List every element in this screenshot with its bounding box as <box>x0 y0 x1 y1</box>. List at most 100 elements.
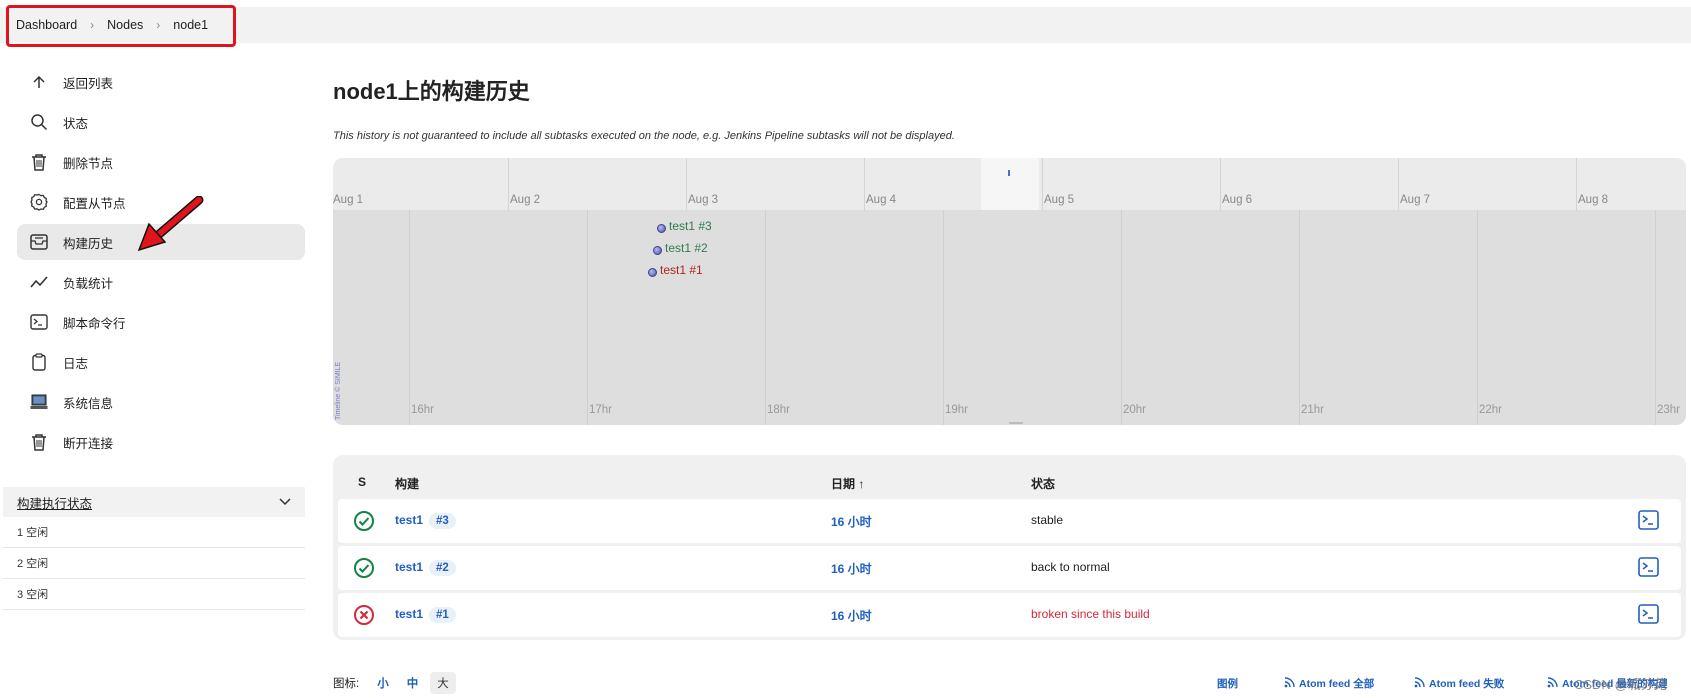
sidebar-item-load-statistics[interactable]: 负载统计 <box>17 264 305 300</box>
build-status-text: back to normal <box>1031 560 1110 574</box>
timeline-event[interactable]: test1 #3 <box>657 219 712 233</box>
inbox-icon <box>29 232 49 252</box>
gear-icon <box>29 192 49 212</box>
sidebar-item-delete-node[interactable]: 删除节点 <box>17 144 305 180</box>
timeline-hour-label: 17hr <box>589 404 613 416</box>
icon-size-small[interactable]: 小 <box>377 675 389 691</box>
sidebar-item-label: 返回列表 <box>63 76 114 91</box>
table-row: test1 #3 16 小时 stable <box>338 499 1681 543</box>
column-header-date[interactable]: 日期 ↑ <box>831 475 864 492</box>
arrow-up-icon <box>29 72 49 92</box>
executor-row: 2 空闲 <box>3 548 305 579</box>
console-output-icon[interactable] <box>1638 557 1659 577</box>
terminal-icon <box>29 312 49 332</box>
sidebar-item-back[interactable]: 返回列表 <box>17 64 305 100</box>
rss-icon <box>1414 676 1425 691</box>
page-title: node1上的构建历史 <box>333 79 530 104</box>
executor-panel-header[interactable]: 构建执行状态 <box>3 487 305 517</box>
job-link[interactable]: test1 <box>395 513 423 527</box>
rss-icon <box>1547 676 1558 691</box>
timeline-hour-label: 22hr <box>1479 404 1503 416</box>
timeline-event-dot-icon <box>657 223 666 233</box>
feed-failed-label[interactable]: Atom feed 失败 <box>1429 676 1504 691</box>
legend-link[interactable]: 图例 <box>1217 676 1238 691</box>
feed-all-label[interactable]: Atom feed 全部 <box>1299 676 1374 691</box>
timeline-event-dot-icon <box>653 245 662 255</box>
job-link[interactable]: test1 <box>395 607 423 621</box>
sidebar-item-label: 配置从节点 <box>63 196 126 211</box>
icon-size-selector: 图标: 小 中 大 <box>333 672 456 694</box>
build-status-text: broken since this build <box>1031 607 1150 621</box>
sidebar-item-script-console[interactable]: 脚本命令行 <box>17 304 305 340</box>
sidebar-item-label: 系统信息 <box>63 396 114 411</box>
chevron-down-icon[interactable] <box>279 495 291 509</box>
build-timeline[interactable]: Aug 1 Aug 2 Aug 3 Aug 4 Aug 5 Aug 6 Aug … <box>333 158 1686 425</box>
timeline-hour-label: 16hr <box>411 404 435 416</box>
console-output-icon[interactable] <box>1638 510 1659 530</box>
build-cell: test1 #2 <box>395 560 456 576</box>
column-header-build[interactable]: 构建 <box>395 475 419 492</box>
build-date-link[interactable]: 16 小时 <box>831 560 872 577</box>
sidebar-item-disconnect[interactable]: 断开连接 <box>17 424 305 460</box>
timeline-event[interactable]: test1 #1 <box>648 263 703 277</box>
timeline-hour-label: 18hr <box>767 404 791 416</box>
timeline-event[interactable]: test1 #2 <box>653 241 708 255</box>
trash-icon <box>29 432 49 452</box>
timeline-hour-label: 20hr <box>1123 404 1147 416</box>
build-cell: test1 #3 <box>395 513 456 529</box>
build-status-text: stable <box>1031 513 1064 527</box>
success-check-icon <box>354 511 374 531</box>
feed-failed-link[interactable]: Atom feed 失败 <box>1414 676 1504 691</box>
table-row: test1 #2 16 小时 back to normal <box>338 546 1681 590</box>
build-date-link[interactable]: 16 小时 <box>831 513 872 530</box>
build-number-link[interactable]: #1 <box>429 607 456 623</box>
timeline-event-dot-icon <box>648 267 657 277</box>
history-note: This history is not guaranteed to includ… <box>333 130 955 142</box>
timeline-resize-handle[interactable] <box>1009 422 1023 424</box>
timeline-hour-label: 19hr <box>945 404 969 416</box>
rss-icon <box>1284 676 1295 691</box>
icon-size-large[interactable]: 大 <box>430 672 456 694</box>
timeline-day-label: Aug 7 <box>1400 194 1431 206</box>
timeline-event-label[interactable]: test1 #2 <box>665 241 708 255</box>
executor-panel: 构建执行状态 1 空闲 2 空闲 3 空闲 <box>3 487 305 610</box>
search-icon <box>29 112 49 132</box>
sidebar-item-label: 负载统计 <box>63 276 114 291</box>
clipboard-icon <box>29 352 49 372</box>
sidebar-item-label: 日志 <box>63 356 89 371</box>
console-output-icon[interactable] <box>1638 604 1659 624</box>
sidebar-item-system-info[interactable]: 系统信息 <box>17 384 305 420</box>
column-header-status[interactable]: S <box>358 475 366 489</box>
failure-x-icon <box>354 605 374 625</box>
icon-size-label: 图标: <box>333 678 360 690</box>
executor-panel-title: 构建执行状态 <box>17 496 93 511</box>
icon-size-medium[interactable]: 中 <box>407 675 419 691</box>
timeline-day-label: Aug 6 <box>1222 194 1253 206</box>
timeline-event-label[interactable]: test1 #1 <box>660 263 703 277</box>
timeline-day-label: Aug 5 <box>1044 194 1075 206</box>
timeline-hour-label: 21hr <box>1301 404 1325 416</box>
build-cell: test1 #1 <box>395 607 456 623</box>
timeline-day-label: Aug 4 <box>866 194 897 206</box>
timeline-day-label: Aug 3 <box>688 194 719 206</box>
column-header-result[interactable]: 状态 <box>1031 475 1055 492</box>
timeline-hour-label: 23hr <box>1657 404 1681 416</box>
sidebar-item-label: 删除节点 <box>63 156 114 171</box>
legend-label[interactable]: 图例 <box>1217 676 1238 691</box>
job-link[interactable]: test1 <box>395 560 423 574</box>
timeline-event-label[interactable]: test1 #3 <box>669 219 712 233</box>
timeline-day-label: Aug 1 <box>333 194 364 206</box>
executor-row: 1 空闲 <box>3 517 305 548</box>
timeline-hour-band[interactable] <box>333 210 1686 425</box>
sidebar-item-label: 构建历史 <box>63 236 114 251</box>
build-number-link[interactable]: #2 <box>429 560 456 576</box>
sidebar-item-label: 状态 <box>63 116 89 131</box>
build-date-link[interactable]: 16 小时 <box>831 607 872 624</box>
build-number-link[interactable]: #3 <box>429 513 456 529</box>
trash-icon <box>29 152 49 172</box>
sidebar-item-status[interactable]: 状态 <box>17 104 305 140</box>
watermark: CSDN @城苏苑 <box>1574 677 1667 692</box>
executor-row: 3 空闲 <box>3 579 305 610</box>
sidebar-item-log[interactable]: 日志 <box>17 344 305 380</box>
feed-all-link[interactable]: Atom feed 全部 <box>1284 676 1374 691</box>
